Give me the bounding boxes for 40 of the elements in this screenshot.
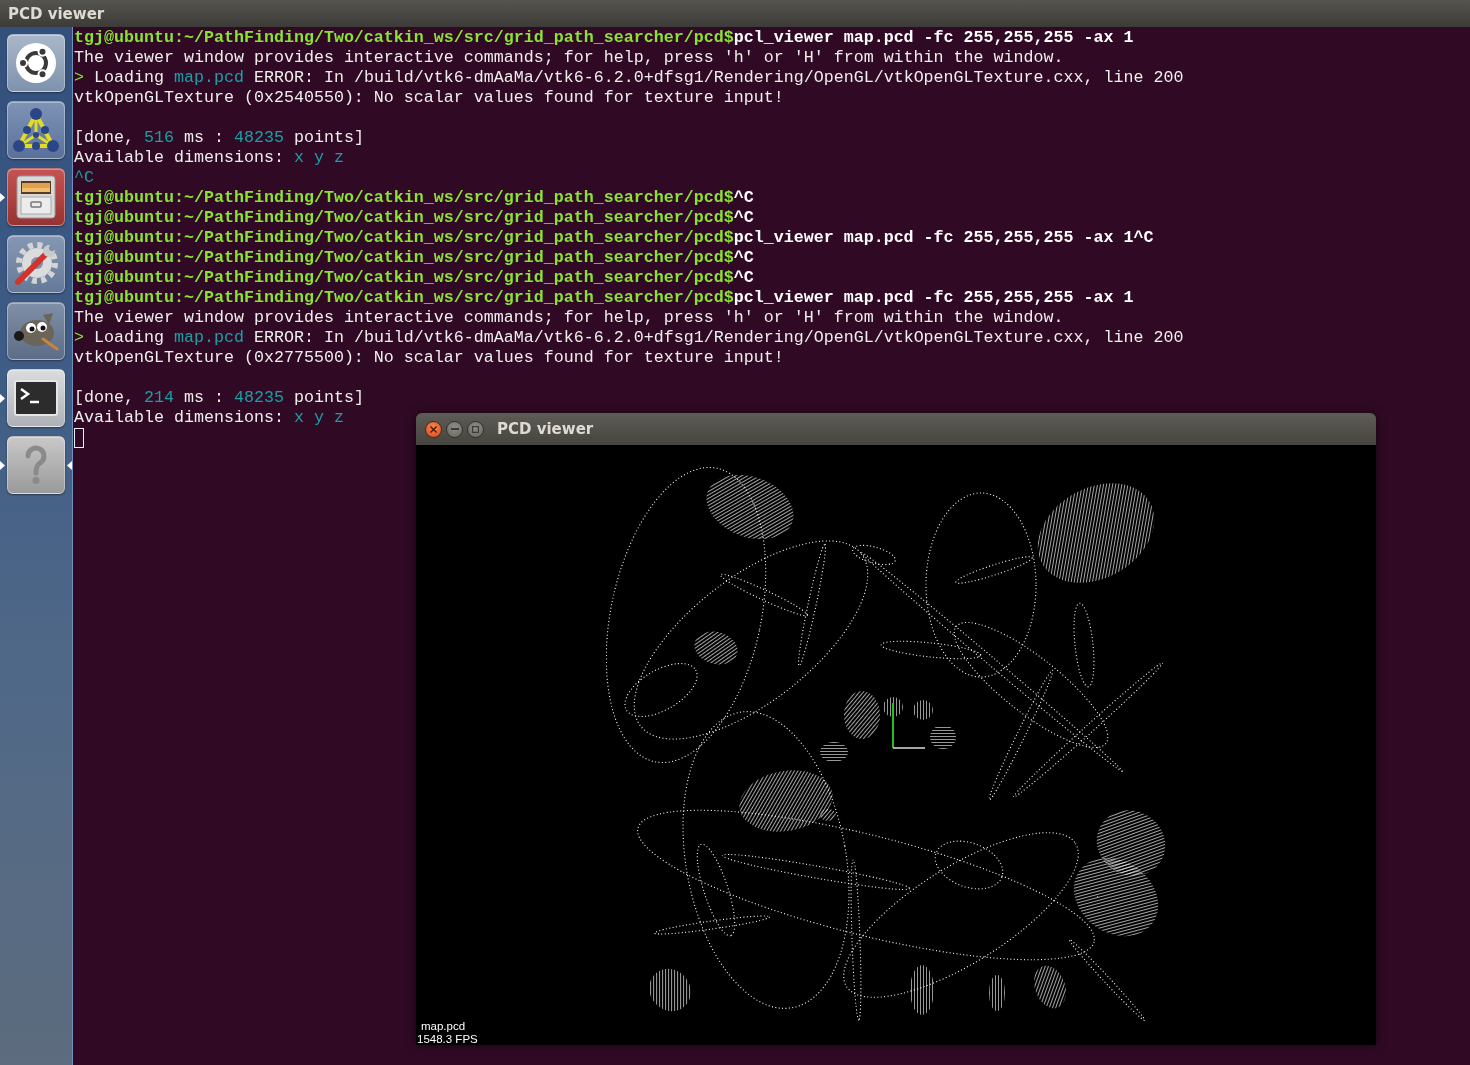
gear-wrench-icon [13, 241, 59, 287]
terminal-line: vtkOpenGLTexture (0x2540550): No scalar values found for texture input! [74, 88, 784, 108]
terminal-line: Available dimensions: x y z [74, 408, 344, 428]
terminal-line: tgj@ubuntu:~/PathFinding/Two/catkin_ws/src/grid_path_searcher/pcd$^C [74, 248, 754, 268]
terminal-line: Available dimensions: x y z [74, 148, 344, 168]
maximize-button[interactable] [467, 420, 484, 438]
triangle-nodes-icon [13, 108, 59, 152]
minus-icon [450, 428, 459, 430]
terminal-line: tgj@ubuntu:~/PathFinding/Two/catkin_ws/src/grid_path_searcher/pcd$pcl_viewer map.pcd -fc 255,255,255 -ax 1^C [74, 228, 1154, 248]
launcher-button[interactable] [7, 101, 65, 159]
cartoon-creature-brush-icon [13, 311, 59, 351]
question-mark-icon [24, 445, 48, 485]
terminal-icon [14, 380, 58, 416]
fps-counter: 1548.3 FPS [417, 1033, 478, 1045]
terminal-line: The viewer window provides interactive commands; for help, press 'h' or 'H' from within the window. [74, 308, 1064, 328]
ring-logo-icon [16, 43, 56, 83]
file-cabinet-icon [16, 175, 56, 219]
terminal-line: tgj@ubuntu:~/PathFinding/Two/catkin_ws/src/grid_path_searcher/pcd$pcl_viewer map.pcd -fc 255,255,255 -ax 1 [74, 28, 1134, 48]
minimize-button[interactable] [446, 420, 463, 438]
terminal-line: tgj@ubuntu:~/PathFinding/Two/catkin_ws/src/grid_path_searcher/pcd$pcl_viewer map.pcd -fc 255,255,255 -ax 1 [74, 288, 1134, 308]
cloud-name-label: map.pcd [421, 1020, 466, 1032]
terminal-line: tgj@ubuntu:~/PathFinding/Two/catkin_ws/src/grid_path_searcher/pcd$^C [74, 268, 754, 288]
terminal-line: tgj@ubuntu:~/PathFinding/Two/catkin_ws/src/grid_path_searcher/pcd$^C [74, 208, 754, 228]
launcher-button[interactable] [7, 168, 65, 226]
launcher-button[interactable] [7, 369, 65, 427]
terminal-line: The viewer window provides interactive commands; for help, press 'h' or 'H' from within the window. [74, 48, 1064, 68]
terminal-line: tgj@ubuntu:~/PathFinding/Two/catkin_ws/src/grid_path_searcher/pcd$^C [74, 188, 754, 208]
terminal-line: vtkOpenGLTexture (0x2775500): No scalar values found for texture input! [74, 348, 784, 368]
terminal-line: [done, 214 ms : 48235 points] [74, 388, 364, 408]
close-button[interactable] [425, 420, 442, 438]
launcher-button[interactable] [7, 302, 65, 360]
square-icon [472, 425, 479, 433]
launcher-button[interactable] [7, 34, 65, 92]
terminal-line: > Loading map.pcd ERROR: In /build/vtk6-dmAaMa/vtk6-6.2.0+dfsg1/Rendering/OpenGL/vtkOpenGLTexture.cxx, line 200 [74, 328, 1184, 348]
window-title: PCD viewer [497, 420, 594, 438]
close-icon [430, 425, 437, 433]
panel-title: PCD viewer [8, 4, 105, 23]
terminal-line: [done, 516 ms : 48235 points] [74, 128, 364, 148]
terminal-line: > Loading map.pcd ERROR: In /build/vtk6-dmAaMa/vtk6-6.2.0+dfsg1/Rendering/OpenGL/vtkOpenGLTexture.cxx, line 200 [74, 68, 1184, 88]
terminal-line: ^C [74, 168, 94, 188]
